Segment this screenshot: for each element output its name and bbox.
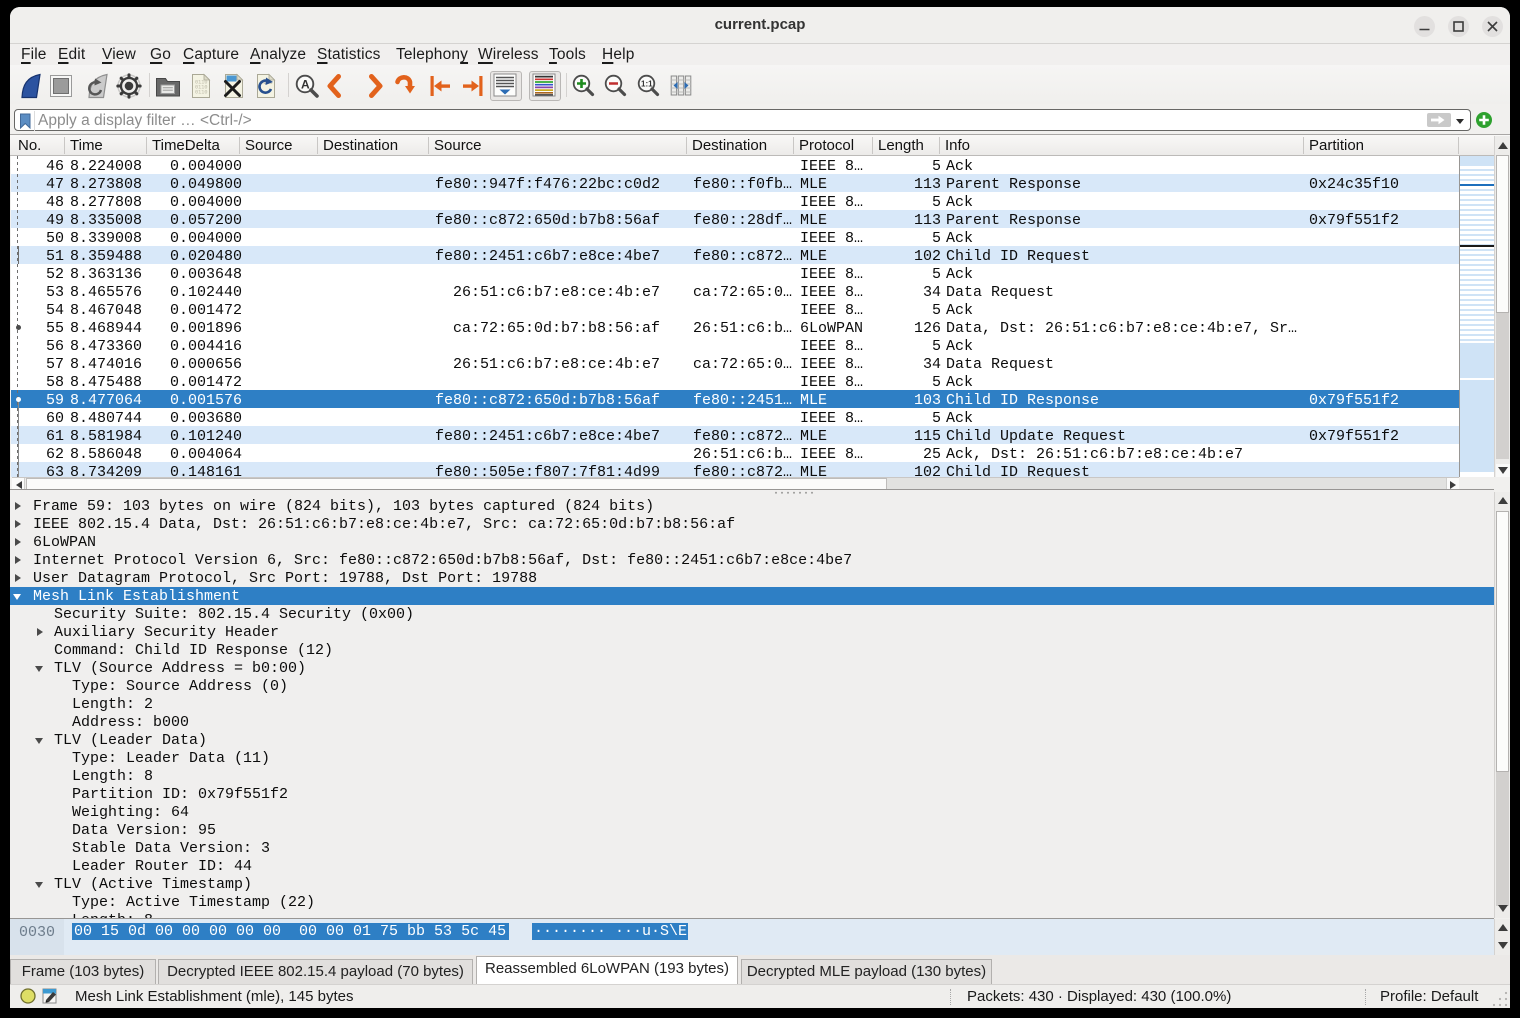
svg-text:A: A <box>301 78 310 92</box>
svg-text:1:1: 1:1 <box>641 80 653 89</box>
svg-text:0110: 0110 <box>195 90 207 96</box>
